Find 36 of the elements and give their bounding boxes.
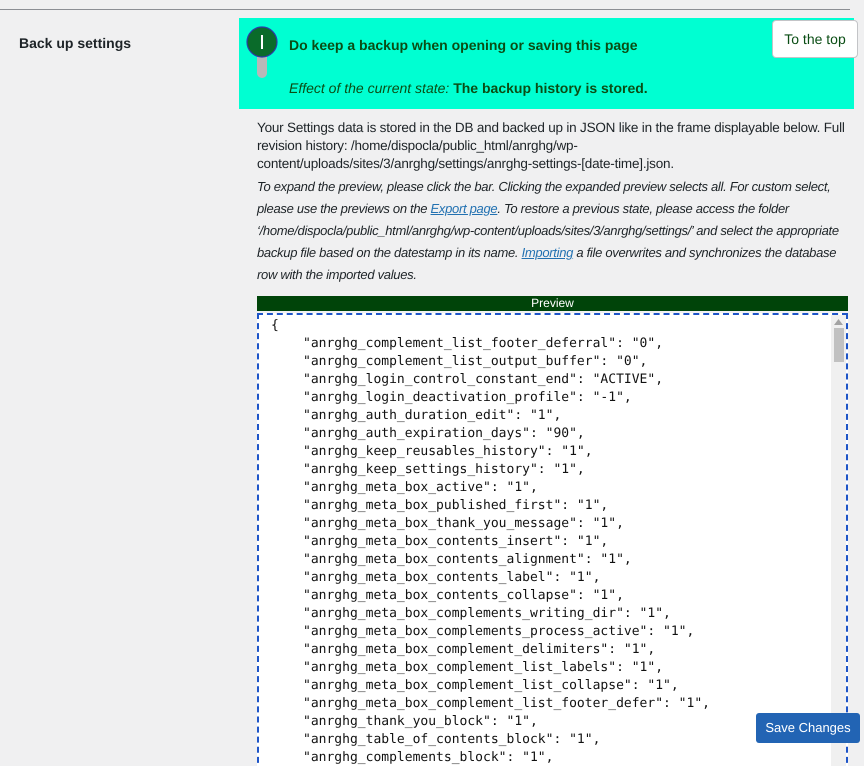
code-line: "anrghg_auth_expiration_days": "90", <box>303 425 585 443</box>
code-line: "anrghg_thank_you_block": "1", <box>303 713 538 731</box>
to-top-button[interactable]: To the top <box>772 20 858 58</box>
code-line: "anrghg_auth_duration_edit": "1", <box>303 407 562 425</box>
code-line: "anrghg_meta_box_contents_alignment": "1", <box>303 551 632 569</box>
text-link[interactable]: Importing <box>522 245 574 260</box>
code-line: "anrghg_meta_box_contents_insert": "1", <box>303 533 608 551</box>
code-line: "anrghg_meta_box_complement_list_footer_defer": "1", <box>303 695 710 713</box>
option-effect: Effect of the current state: The backup history is stored. <box>289 79 648 98</box>
code-line: "anrghg_meta_box_complements_process_active": "1", <box>303 623 694 641</box>
option-title: Do keep a backup when opening or saving this page <box>289 36 639 55</box>
code-line: "anrghg_meta_box_active": "1", <box>303 479 538 497</box>
code-line: "anrghg_login_deactivation_profile": "-1", <box>303 389 632 407</box>
section-label: Back up settings <box>19 35 132 51</box>
code-line: "anrghg_meta_box_complements_writing_dir": "1", <box>303 605 671 623</box>
code-line: "anrghg_complement_list_output_buffer": "0", <box>303 353 648 371</box>
save-changes-button[interactable]: Save Changes <box>756 713 860 743</box>
instructions-text: To expand the preview, please click the bar. Clicking the expanded preview selects all. For custom select, please use the previews on the Export page. To restore a previous state, please access the folder ‘/home/dispocla/public_html/anrghg/wp-content/uploads/sites/3/anrghg/settings/’ and select the appropriate backup file based on the datestamp in its name. Importing a file overwrites and synchronizes the database row with the imported values. <box>257 178 840 284</box>
code-line: "anrghg_meta_box_contents_label": "1", <box>303 569 600 587</box>
code-line: "anrghg_table_of_contents_block": "1", <box>303 731 600 749</box>
code-line: "anrghg_meta_box_thank_you_message": "1", <box>303 515 624 533</box>
code-line: "anrghg_complement_list_footer_deferral": "0", <box>303 335 664 353</box>
code-line: "anrghg_meta_box_published_first": "1", <box>303 497 608 515</box>
code-line: "anrghg_meta_box_complement_list_labels": "1", <box>303 659 664 677</box>
scrollbar-thumb[interactable] <box>834 328 844 362</box>
code-line: "anrghg_keep_reusables_history": "1", <box>303 443 593 461</box>
text-link[interactable]: Export page <box>430 201 498 216</box>
preview-bar[interactable]: Preview <box>257 296 848 311</box>
code-line: { <box>271 317 279 335</box>
code-line: "anrghg_meta_box_complement_delimiters": "1", <box>303 641 656 659</box>
code-line: "anrghg_meta_box_complement_list_collapse": "1", <box>303 677 679 695</box>
description-text: Your Settings data is stored in the DB and backed up in JSON like in the frame displayable below. Full revision history: /home/dispocla/public_html/anrghg/wp-content/uploads/sites/3/anrghg/settings/anrghg-settings-[date-time].json. <box>257 119 846 173</box>
code-line: "anrghg_login_control_constant_end": "ACTIVE", <box>303 371 664 389</box>
code-line: "anrghg_complements_block": "1", <box>303 749 554 766</box>
code-line: "anrghg_keep_settings_history": "1", <box>303 461 585 479</box>
code-line: "anrghg_meta_box_contents_collapse": "1", <box>303 587 624 605</box>
